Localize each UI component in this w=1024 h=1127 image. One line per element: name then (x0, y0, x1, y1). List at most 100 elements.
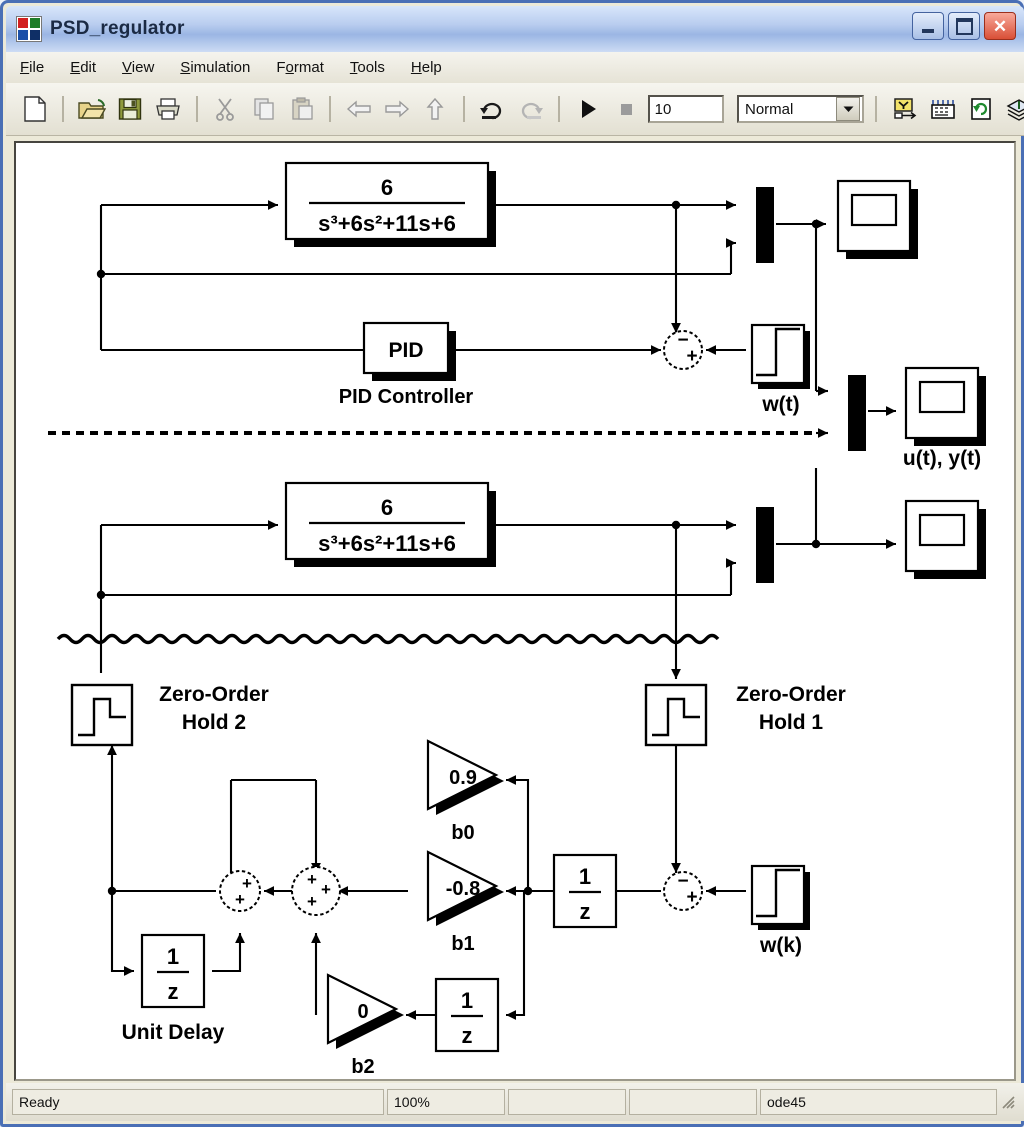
mux-block-mid[interactable] (848, 375, 866, 451)
toolbar-separator (558, 96, 561, 122)
gain-block-b2[interactable]: 0 b2 (326, 973, 404, 1078)
scope-block-bottom[interactable] (904, 499, 986, 579)
scope-block-top[interactable] (836, 179, 918, 259)
save-icon[interactable] (113, 92, 146, 126)
sim-mode-select[interactable]: Normal (737, 95, 865, 123)
svg-text:+: + (235, 890, 245, 909)
close-button[interactable]: ✕ (984, 12, 1016, 40)
menu-bar: File Edit View Simulation Format Tools H… (6, 52, 1024, 84)
sum-sign-plus-bottom: + (686, 887, 697, 908)
paste-icon[interactable] (285, 92, 318, 126)
wire-to-mux3-in2 (726, 558, 736, 595)
menu-format[interactable]: Format (276, 59, 324, 76)
step-source-wk[interactable]: w(k) (750, 864, 810, 957)
delay-numerator-b1: 1 (579, 864, 591, 889)
status-solver: ode45 (760, 1089, 997, 1115)
close-icon: ✕ (992, 16, 1008, 36)
gain-value-b2: 0 (357, 1001, 368, 1023)
simulink-model-icon (16, 16, 42, 42)
stop-simulation-icon[interactable] (609, 92, 642, 126)
delay-denominator-b2: z (462, 1023, 473, 1048)
cut-icon[interactable] (209, 92, 242, 126)
open-model-icon[interactable] (75, 92, 108, 126)
wire-to-unit-delay-b2 (506, 891, 526, 1020)
toolbar-separator (329, 96, 332, 122)
up-arrow-icon[interactable] (419, 92, 452, 126)
toolbar-separator (875, 96, 878, 122)
window-frame: PSD_regulator ✕ File Edit View Simulatio… (0, 0, 1024, 1127)
model-explorer-icon[interactable] (926, 92, 959, 126)
zoh1-label-line2: Hold 1 (759, 711, 823, 734)
zero-order-hold-2-block[interactable]: Zero-Order Hold 2 (70, 683, 269, 747)
gain-value-b1: -0.8 (446, 878, 480, 900)
redo-icon[interactable] (514, 92, 547, 126)
new-model-icon[interactable] (18, 92, 51, 126)
pid-controller-block[interactable]: PID PID Controller (339, 321, 474, 408)
library-browser-icon[interactable] (888, 92, 921, 126)
status-field-4 (629, 1089, 757, 1115)
model-layers-icon[interactable] (1003, 92, 1024, 126)
zoh1-label-line1: Zero-Order (736, 683, 846, 706)
print-icon[interactable] (152, 92, 185, 126)
gain-block-b1[interactable]: -0.8 b1 (426, 850, 504, 955)
wire-to-mux1-in2 (726, 238, 736, 274)
toolbar: 10 Normal (6, 83, 1024, 136)
status-message: Ready (12, 1089, 384, 1115)
status-bar: Ready 100% ode45 (6, 1083, 1024, 1121)
plant-denominator-bottom: s³+6s²+11s+6 (318, 531, 456, 556)
sum-block-three-input[interactable]: + + + (291, 866, 341, 916)
zero-order-hold-1-block[interactable]: Zero-Order Hold 1 (644, 683, 846, 747)
scope-label-uy: u(t), y(t) (903, 447, 981, 470)
undo-icon[interactable] (476, 92, 509, 126)
pid-block-label: PID (388, 339, 423, 362)
gain-block-b0[interactable]: 0.9 b0 (426, 739, 504, 844)
svg-text:+: + (307, 870, 317, 889)
transfer-fcn-block-bottom[interactable]: 6 s³+6s²+11s+6 (284, 481, 496, 567)
resize-grip-icon[interactable] (1000, 1094, 1016, 1110)
minimize-button[interactable] (912, 12, 944, 40)
menu-help[interactable]: Help (411, 59, 442, 76)
zoh2-label-line2: Hold 2 (182, 711, 246, 734)
status-zoom: 100% (387, 1089, 505, 1115)
delay-denominator-b1: z (580, 899, 591, 924)
delay-denominator-main: z (168, 979, 179, 1004)
toolbar-separator (462, 96, 465, 122)
maximize-icon (955, 17, 973, 35)
back-arrow-icon[interactable] (342, 92, 375, 126)
unit-delay-block-b1[interactable]: 1 z (552, 853, 618, 929)
menu-view[interactable]: View (122, 59, 154, 76)
update-diagram-icon[interactable] (965, 92, 998, 126)
delay-numerator-b2: 1 (461, 988, 473, 1013)
copy-icon[interactable] (247, 92, 280, 126)
unit-delay-block-b2[interactable]: 1 z (434, 977, 500, 1053)
menu-simulation[interactable]: Simulation (180, 59, 250, 76)
plant-numerator-top: 6 (381, 175, 393, 200)
start-simulation-icon[interactable] (571, 92, 604, 126)
wire-to-unit-delay (110, 891, 134, 976)
mux-block-top[interactable] (756, 187, 774, 263)
sum-block-discrete[interactable]: − + (663, 871, 703, 911)
menu-file[interactable]: File (20, 59, 44, 76)
sum-block-continuous[interactable]: − + (663, 330, 703, 370)
sum-block-two-input[interactable]: + + (219, 870, 261, 912)
step-label-wt: w(t) (761, 393, 799, 416)
forward-arrow-icon[interactable] (380, 92, 413, 126)
unit-delay-label: Unit Delay (122, 1021, 225, 1044)
menu-edit[interactable]: Edit (70, 59, 96, 76)
step-source-wt[interactable]: w(t) (750, 323, 810, 416)
menu-tools[interactable]: Tools (350, 59, 385, 76)
plant-numerator-bottom: 6 (381, 495, 393, 520)
title-bar: PSD_regulator ✕ (6, 6, 1024, 52)
transfer-fcn-block-top[interactable]: 6 s³+6s²+11s+6 (284, 161, 496, 247)
unit-delay-block-main[interactable]: 1 z Unit Delay (122, 933, 225, 1044)
stop-time-input[interactable]: 10 (647, 95, 724, 123)
minimize-icon (922, 29, 934, 33)
maximize-button[interactable] (948, 12, 980, 40)
svg-text:+: + (321, 880, 331, 899)
model-canvas[interactable]: 6 s³+6s²+11s+6 PID PID Controller − + w(… (14, 141, 1016, 1081)
scope-block-uy[interactable]: u(t), y(t) (903, 366, 986, 470)
chevron-down-icon[interactable] (836, 97, 861, 121)
mux-block-bottom[interactable] (756, 507, 774, 583)
gain-value-b0: 0.9 (449, 767, 477, 789)
gain-name-b1: b1 (451, 933, 474, 955)
